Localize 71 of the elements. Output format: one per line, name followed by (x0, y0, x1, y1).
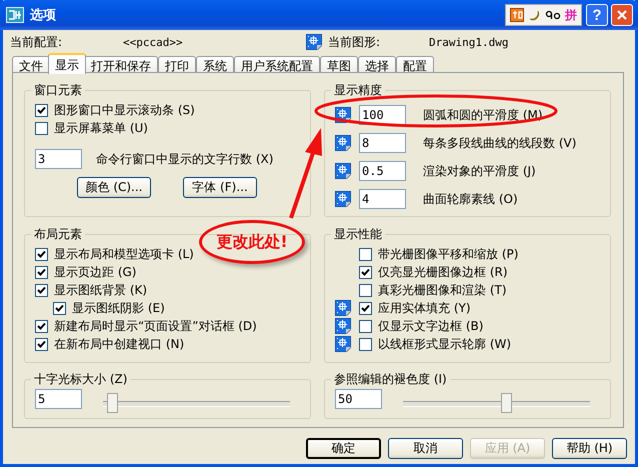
drawing-settings-icon (335, 191, 351, 207)
group-title: 窗口元素 (31, 83, 85, 97)
checkbox[interactable] (35, 320, 48, 332)
field-label: 命令行窗口中显示的文字行数 (X) (96, 150, 274, 168)
group-title: 显示精度 (331, 83, 385, 97)
help-button[interactable]: ? (586, 4, 608, 26)
drawing-icon (306, 34, 322, 50)
checkbox[interactable] (359, 338, 372, 350)
drawing-label: 当前图形: (328, 34, 382, 50)
slider-thumb[interactable] (500, 392, 512, 412)
close-icon[interactable] (616, 9, 628, 21)
checkbox[interactable] (35, 104, 48, 116)
input-field[interactable]: 5 (35, 389, 82, 409)
input-field[interactable]: 0.5 (359, 161, 406, 181)
punctuation-icon[interactable] (544, 8, 562, 22)
dialog-button[interactable]: 颜色 (C)... (77, 177, 151, 198)
input-field[interactable]: 50 (335, 389, 382, 409)
checkbox-label: 带光栅图像平移和缩放 (P) (378, 246, 518, 262)
checkbox[interactable] (359, 320, 372, 332)
slider-thumb[interactable] (107, 392, 118, 412)
checkbox-label: 应用实体填充 (Y) (378, 300, 471, 316)
field-label: 曲面轮廓素线 (O) (423, 190, 518, 208)
checkbox[interactable] (359, 266, 372, 278)
checkbox[interactable] (35, 122, 48, 134)
input-field[interactable]: 3 (35, 149, 82, 169)
input-field[interactable]: 100 (359, 105, 406, 125)
checkbox-label: 图形窗口中显示滚动条 (S) (54, 102, 195, 118)
checkbox[interactable] (35, 266, 48, 278)
dialog-button[interactable]: 确定 (306, 438, 381, 459)
window-title: 选项 (30, 7, 57, 24)
moon-icon[interactable] (527, 8, 541, 22)
profile-name: <<pccad>> (123, 36, 184, 48)
group-title: 显示性能 (331, 227, 385, 241)
checkbox-label: 在新布局中创建视口 (N) (54, 336, 184, 352)
checkbox[interactable] (359, 284, 372, 296)
checkbox-label: 显示图纸阴影 (E) (72, 300, 165, 316)
dialog-button[interactable]: 取消 (388, 438, 463, 459)
checkbox-label: 真彩光栅图像和渲染 (T) (378, 282, 507, 298)
checkbox[interactable] (35, 338, 48, 350)
group-title: 参照编辑的褪色度 (I) (331, 372, 450, 386)
checkbox-label: 新建布局时显示“页面设置”对话框 (D) (54, 318, 257, 334)
checkbox[interactable] (359, 248, 372, 260)
input-field[interactable]: 4 (359, 189, 406, 209)
checkbox[interactable] (53, 302, 66, 314)
app-icon (6, 7, 24, 23)
checkbox-label: 以线框形式显示轮廓 (W) (378, 336, 512, 352)
group-title: 布局元素 (31, 227, 85, 241)
checkbox-label: 仅亮显光栅图像边框 (R) (378, 264, 508, 280)
checkbox-label: 仅显示文字边框 (B) (378, 318, 484, 334)
checkbox-label: 显示页边距 (G) (54, 264, 136, 280)
dialog-button[interactable]: 帮助 (H) (552, 438, 627, 459)
checkbox-label: 显示屏幕菜单 (U) (54, 120, 148, 136)
drawing-settings-icon (335, 135, 351, 151)
checkbox[interactable] (359, 302, 372, 314)
dialog-button[interactable]: 字体 (F)... (183, 177, 257, 198)
checkbox-label: 显示布局和模型选项卡 (L) (54, 246, 194, 262)
field-label: 渲染对象的平滑度 (J) (423, 162, 536, 180)
close-button[interactable] (611, 4, 633, 26)
drawing-settings-icon (335, 163, 351, 179)
checkbox-label: 显示图纸背景 (K) (54, 282, 148, 298)
group-title: 十字光标大小 (Z) (31, 372, 130, 386)
add-icon[interactable] (510, 8, 524, 22)
drawing-name: Drawing1.dwg (429, 36, 508, 48)
checkbox[interactable] (35, 248, 48, 260)
tab[interactable]: 显示 (48, 53, 86, 74)
input-mode-indicator[interactable]: 拼 (565, 6, 577, 24)
field-label: 每条多段线曲线的线段数 (V) (423, 134, 576, 152)
input-field[interactable]: 8 (359, 133, 406, 153)
checkbox[interactable] (35, 284, 48, 296)
profile-label: 当前配置: (10, 34, 64, 50)
callout-bubble: 更改此处! (199, 220, 305, 264)
